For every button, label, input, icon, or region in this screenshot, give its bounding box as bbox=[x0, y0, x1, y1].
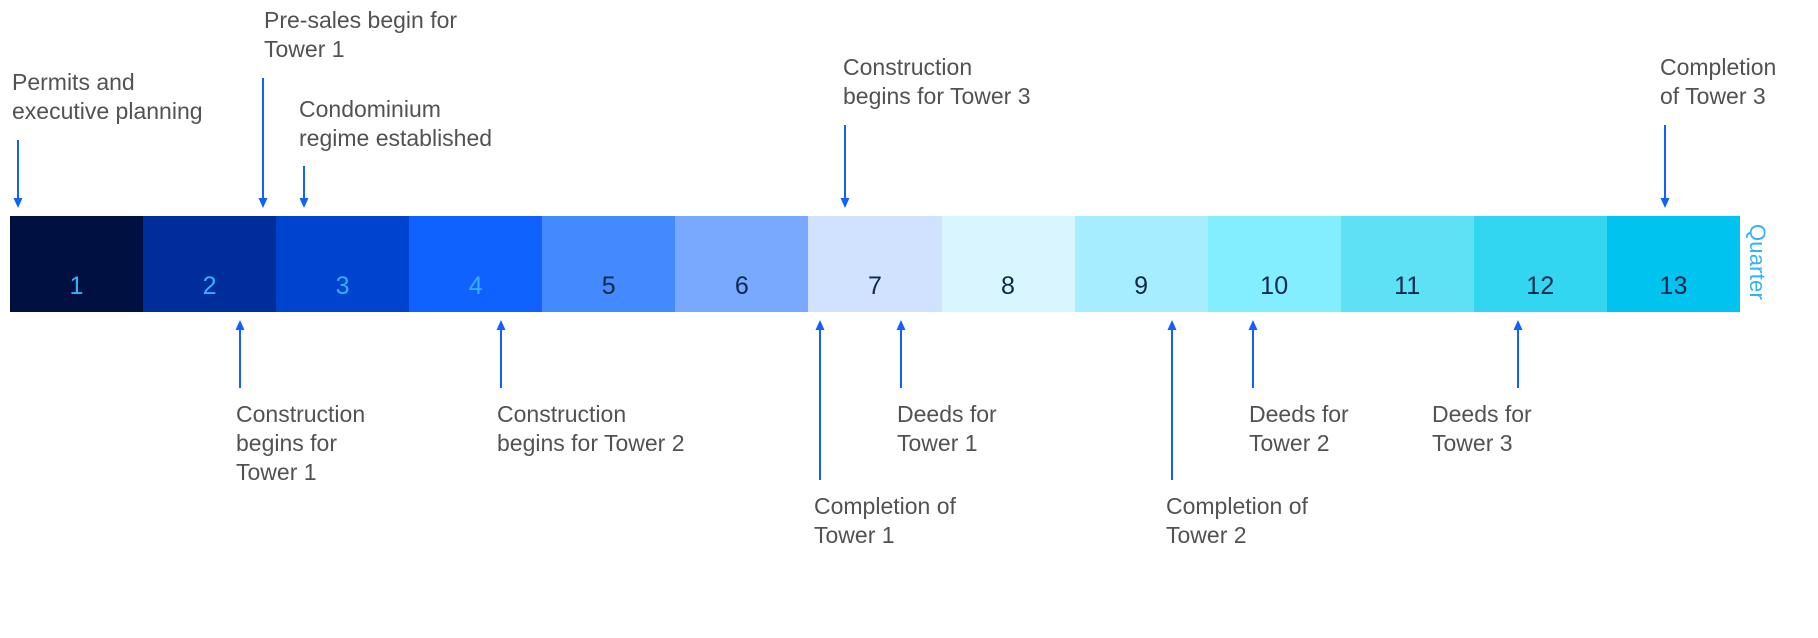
callout-deeds-t3: Deeds for Tower 3 bbox=[1432, 401, 1532, 456]
connector-arrow-construct-t3 bbox=[837, 125, 853, 208]
quarter-band-3[interactable]: 3 bbox=[276, 216, 410, 312]
quarter-band-label: 5 bbox=[601, 272, 616, 300]
quarter-band-8[interactable]: 8 bbox=[941, 216, 1075, 312]
callout-condo-regime: Condominium regime established bbox=[299, 96, 493, 151]
timeline-bar: 1 2 3 4 5 6 7 8 9 10 11 12 13 bbox=[10, 216, 1740, 312]
quarter-band-label: 12 bbox=[1526, 272, 1555, 300]
connector-arrow-deeds-t2 bbox=[1245, 320, 1261, 388]
callout-complete-t3: Completion of Tower 3 bbox=[1660, 54, 1777, 109]
quarter-band-4[interactable]: 4 bbox=[409, 216, 543, 312]
quarter-band-5[interactable]: 5 bbox=[542, 216, 676, 312]
quarter-band-11[interactable]: 11 bbox=[1340, 216, 1474, 312]
callout-construct-t1: Construction begins for Tower 1 bbox=[236, 401, 366, 485]
quarter-band-13[interactable]: 13 bbox=[1606, 216, 1740, 312]
quarter-band-7[interactable]: 7 bbox=[808, 216, 942, 312]
axis-title-quarter: Quarter bbox=[1745, 224, 1770, 300]
quarter-band-label: 3 bbox=[335, 272, 350, 300]
quarter-band-label: 13 bbox=[1659, 272, 1688, 300]
quarter-band-label: 2 bbox=[202, 272, 217, 300]
callout-construct-t3: Construction begins for Tower 3 bbox=[843, 54, 1031, 109]
callout-deeds-t1: Deeds for Tower 1 bbox=[897, 401, 997, 456]
quarter-band-label: 8 bbox=[1001, 272, 1016, 300]
quarter-band-label: 4 bbox=[468, 272, 483, 300]
callout-deeds-t2: Deeds for Tower 2 bbox=[1249, 401, 1349, 456]
quarter-band-10[interactable]: 10 bbox=[1207, 216, 1341, 312]
connector-arrow-permits bbox=[10, 140, 26, 208]
connector-arrow-deeds-t1 bbox=[893, 320, 909, 388]
connector-arrow-deeds-t3 bbox=[1510, 320, 1526, 388]
connector-arrow-complete-t2 bbox=[1164, 320, 1180, 480]
quarter-band-12[interactable]: 12 bbox=[1473, 216, 1607, 312]
timeline-figure: 1 2 3 4 5 6 7 8 9 10 11 12 13 Quarter Permits and ex… bbox=[0, 0, 1818, 638]
quarter-band-label: 10 bbox=[1260, 272, 1289, 300]
quarter-band-1[interactable]: 1 bbox=[10, 216, 144, 312]
callout-construct-t2: Construction begins for Tower 2 bbox=[497, 401, 685, 456]
quarter-band-label: 1 bbox=[69, 272, 84, 300]
quarter-band-2[interactable]: 2 bbox=[143, 216, 277, 312]
connector-arrow-construct-t1 bbox=[232, 320, 248, 388]
quarter-band-label: 9 bbox=[1134, 272, 1149, 300]
quarter-band-label: 7 bbox=[867, 272, 883, 300]
connector-arrow-construct-t2 bbox=[493, 320, 509, 388]
connector-arrow-complete-t1 bbox=[812, 320, 828, 480]
quarter-band-9[interactable]: 9 bbox=[1074, 216, 1208, 312]
callout-permits: Permits and executive planning bbox=[12, 69, 203, 124]
callout-complete-t1: Completion of Tower 1 bbox=[814, 493, 956, 548]
quarter-band-label: 6 bbox=[734, 272, 749, 300]
connector-arrow-condo-regime bbox=[296, 166, 312, 208]
connector-arrow-presales-t1 bbox=[255, 78, 271, 208]
callout-complete-t2: Completion of Tower 2 bbox=[1166, 493, 1308, 548]
quarter-band-label: 11 bbox=[1394, 272, 1421, 300]
connector-arrow-complete-t3 bbox=[1657, 125, 1673, 208]
quarter-band-6[interactable]: 6 bbox=[675, 216, 809, 312]
callout-presales-t1: Pre-sales begin for Tower 1 bbox=[264, 7, 458, 62]
